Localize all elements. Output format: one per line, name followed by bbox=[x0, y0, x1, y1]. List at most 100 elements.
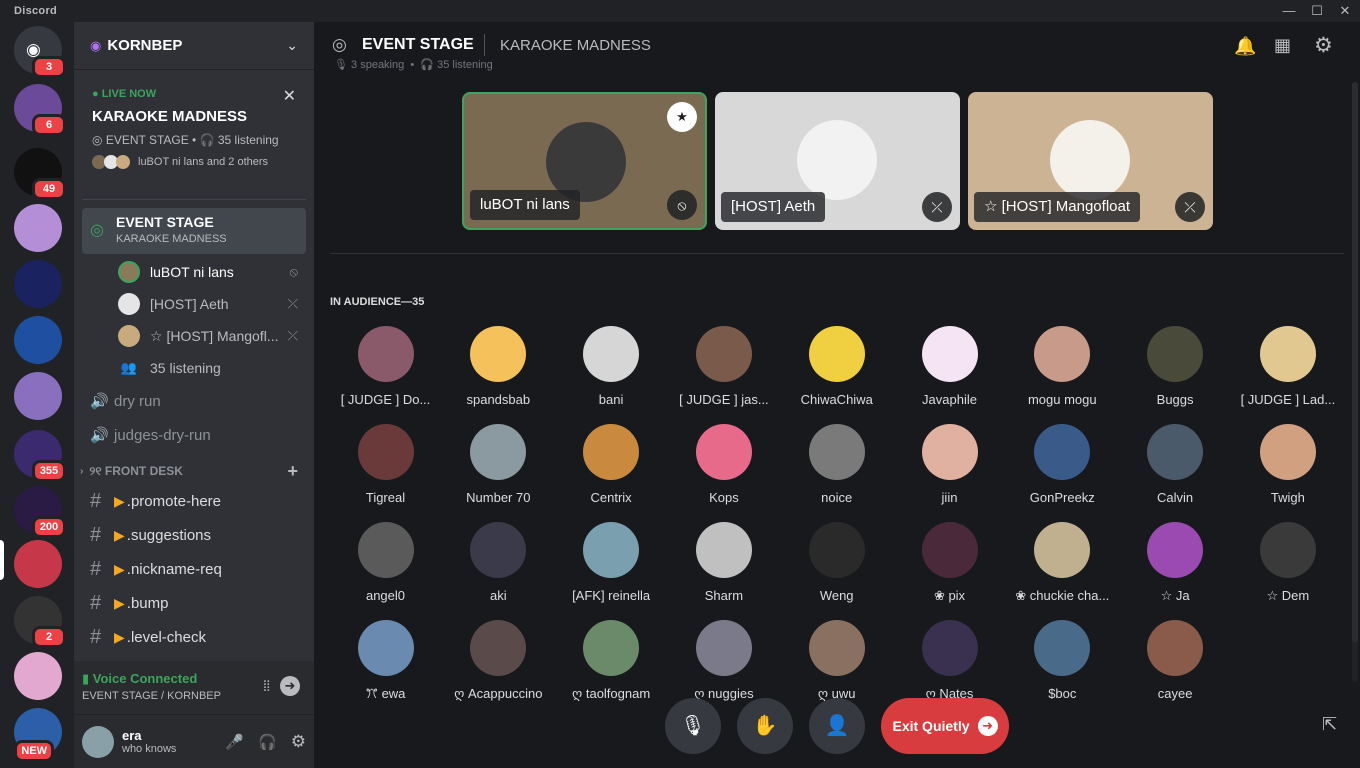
voice-channel[interactable]: 🔊 judges-dry-run bbox=[74, 418, 314, 452]
disconnect-icon[interactable]: ➜ bbox=[280, 676, 300, 696]
audience-name: ❀ pix bbox=[933, 588, 966, 603]
audience-member[interactable]: Number 70 bbox=[442, 424, 555, 505]
category-front-desk[interactable]: › ୨୧ FRONT DESK + bbox=[74, 458, 314, 484]
server-kornbep[interactable] bbox=[14, 540, 62, 588]
server-basta[interactable] bbox=[14, 372, 62, 420]
scrollbar[interactable] bbox=[1352, 82, 1358, 682]
server-city[interactable] bbox=[14, 260, 62, 308]
audience-member[interactable]: angel0 bbox=[329, 522, 442, 603]
chevron-down-icon[interactable]: ⌄ bbox=[286, 37, 298, 54]
avatar bbox=[695, 424, 752, 480]
invite-button[interactable]: 👤 bbox=[809, 698, 865, 754]
stage-user[interactable]: ☆ [HOST] Mangofl... ⤫ bbox=[74, 320, 314, 352]
server-355[interactable]: 355 bbox=[14, 430, 66, 482]
audience-member[interactable]: cayee bbox=[1119, 620, 1232, 701]
text-channel[interactable]: # ▶ .suggestions bbox=[74, 518, 314, 552]
stage-user[interactable]: luBOT ni lans ⦸ bbox=[74, 256, 314, 288]
audience-member[interactable]: spandsbab bbox=[442, 326, 555, 407]
audience-member[interactable]: noice bbox=[780, 424, 893, 505]
popout-icon[interactable]: ⇱ bbox=[1322, 714, 1337, 735]
text-channel[interactable]: # ▶ .level-check bbox=[74, 620, 314, 654]
audience-name: ꔫ ewa bbox=[365, 686, 406, 701]
audience-member[interactable]: Twigh bbox=[1231, 424, 1344, 505]
Home[interactable]: ◉ 3 bbox=[14, 26, 66, 78]
become-speaker-button[interactable]: 🎙 bbox=[665, 698, 721, 754]
raise-hand-button[interactable]: ✋ bbox=[737, 698, 793, 754]
audience-member[interactable]: ❀ pix bbox=[893, 522, 1006, 604]
audience-member[interactable]: Weng bbox=[780, 522, 893, 603]
stage-meta: 🎙 3 speaking • 🎧 35 listening bbox=[334, 59, 493, 71]
audience-member[interactable]: Tigreal bbox=[329, 424, 442, 505]
noise-suppression-icon[interactable]: ⦙⦙ bbox=[263, 678, 270, 695]
settings-icon[interactable]: ⚙ bbox=[1314, 33, 1333, 58]
user-avatar[interactable] bbox=[82, 725, 114, 758]
audience-member[interactable]: ❀ chuckie cha... bbox=[1006, 522, 1119, 604]
audience-member[interactable]: Buggs bbox=[1119, 326, 1232, 407]
server-gate[interactable] bbox=[14, 204, 62, 252]
server-header[interactable]: ◉ KORNBEP ⌄ bbox=[74, 22, 314, 70]
channel-event-stage[interactable]: ◎ EVENT STAGE KARAOKE MADNESS bbox=[82, 208, 306, 254]
headphones-icon[interactable]: 🎧 bbox=[258, 733, 277, 751]
stage-user[interactable]: [HOST] Aeth ⤫ bbox=[74, 288, 314, 320]
text-channel[interactable]: # ▶ .bump bbox=[74, 586, 314, 620]
audience-member[interactable]: ☆ Ja bbox=[1119, 522, 1232, 604]
server-new[interactable]: NEW bbox=[14, 708, 62, 762]
maximize-button[interactable]: ☐ bbox=[1302, 0, 1332, 22]
unread-badge: 200 bbox=[32, 516, 66, 538]
audience-member[interactable]: ღ taolfognam bbox=[555, 620, 668, 702]
avatar-stack bbox=[92, 155, 134, 169]
audience-member[interactable]: [ JUDGE ] Lad... bbox=[1231, 326, 1344, 407]
add-channel-icon[interactable]: + bbox=[287, 461, 298, 482]
audience-member[interactable]: ☆ Dem bbox=[1231, 522, 1344, 604]
voice-channel[interactable]: 🔊 dry run bbox=[74, 384, 314, 418]
server-blue[interactable] bbox=[14, 316, 62, 364]
avatar bbox=[470, 326, 527, 382]
speaker-tile[interactable]: luBOT ni lans ⦸ ★ bbox=[462, 92, 707, 230]
bell-icon[interactable]: 🔔 bbox=[1234, 36, 1256, 57]
audience-member[interactable]: Calvin bbox=[1119, 424, 1232, 505]
stage-topic: KARAOKE MADNESS bbox=[500, 37, 651, 54]
server-rm[interactable]: 49 bbox=[14, 148, 66, 200]
text-channel[interactable]: # ▶ .nickname-req bbox=[74, 552, 314, 586]
minimize-button[interactable]: — bbox=[1274, 0, 1304, 22]
audience-member[interactable]: [ JUDGE ] Do... bbox=[329, 326, 442, 407]
server-rail: ◉ 3 6 49 355 200 2 NEW bbox=[0, 22, 72, 768]
speaker-tile[interactable]: [HOST] Aeth ⤫ bbox=[715, 92, 960, 230]
audience-member[interactable]: [AFK] reinella bbox=[555, 522, 668, 603]
close-icon[interactable]: ✕ bbox=[283, 86, 296, 106]
server-anime[interactable]: 6 bbox=[14, 84, 66, 136]
audience-member[interactable]: ꔫ ewa bbox=[329, 620, 442, 702]
audience-member[interactable]: ღ nuggies bbox=[667, 620, 780, 702]
close-window-button[interactable]: ✕ bbox=[1330, 0, 1360, 22]
audience-member[interactable]: aki bbox=[442, 522, 555, 603]
audience-member[interactable]: ღ Nates bbox=[893, 620, 1006, 702]
live-event-card[interactable]: ● LIVE NOW KARAOKE MADNESS ◎ EVENT STAGE… bbox=[82, 78, 306, 200]
event-add-icon[interactable]: ▦ bbox=[1274, 35, 1291, 56]
audience-member[interactable]: mogu mogu bbox=[1006, 326, 1119, 407]
audience-member[interactable]: Sharm bbox=[667, 522, 780, 603]
audience-member[interactable]: Centrix bbox=[555, 424, 668, 505]
settings-icon[interactable]: ⚙ bbox=[291, 732, 306, 752]
audience-member[interactable]: [ JUDGE ] jas... bbox=[667, 326, 780, 407]
avatar bbox=[1034, 424, 1091, 480]
exit-quietly-button[interactable]: Exit Quietly ➜ bbox=[881, 698, 1009, 754]
listening-count[interactable]: 👥 35 listening bbox=[74, 352, 314, 384]
scrollbar-thumb[interactable] bbox=[1352, 82, 1358, 642]
avatar bbox=[583, 620, 640, 676]
server-dark[interactable]: 2 bbox=[14, 596, 66, 648]
audience-member[interactable]: Javaphile bbox=[893, 326, 1006, 407]
mute-icon[interactable]: 🎤 bbox=[225, 733, 244, 751]
audience-member[interactable]: Kops bbox=[667, 424, 780, 505]
audience-member[interactable]: GonPreekz bbox=[1006, 424, 1119, 505]
audience-member[interactable]: $boc bbox=[1006, 620, 1119, 701]
speaker-tile[interactable]: ☆ [HOST] Mangofloat ⤫ bbox=[968, 92, 1213, 230]
audience-member[interactable]: ChiwaChiwa bbox=[780, 326, 893, 407]
audience-member[interactable]: ღ Acappuccino bbox=[442, 620, 555, 702]
text-channel[interactable]: # ▶ .promote-here bbox=[74, 484, 314, 518]
audience-member[interactable]: ღ uwu bbox=[780, 620, 893, 702]
unread-badge: 6 bbox=[32, 114, 66, 136]
audience-member[interactable]: bani bbox=[555, 326, 668, 407]
server-pink[interactable] bbox=[14, 652, 62, 700]
server-bisaya[interactable]: 200 bbox=[14, 486, 66, 538]
audience-member[interactable]: jiin bbox=[893, 424, 1006, 505]
